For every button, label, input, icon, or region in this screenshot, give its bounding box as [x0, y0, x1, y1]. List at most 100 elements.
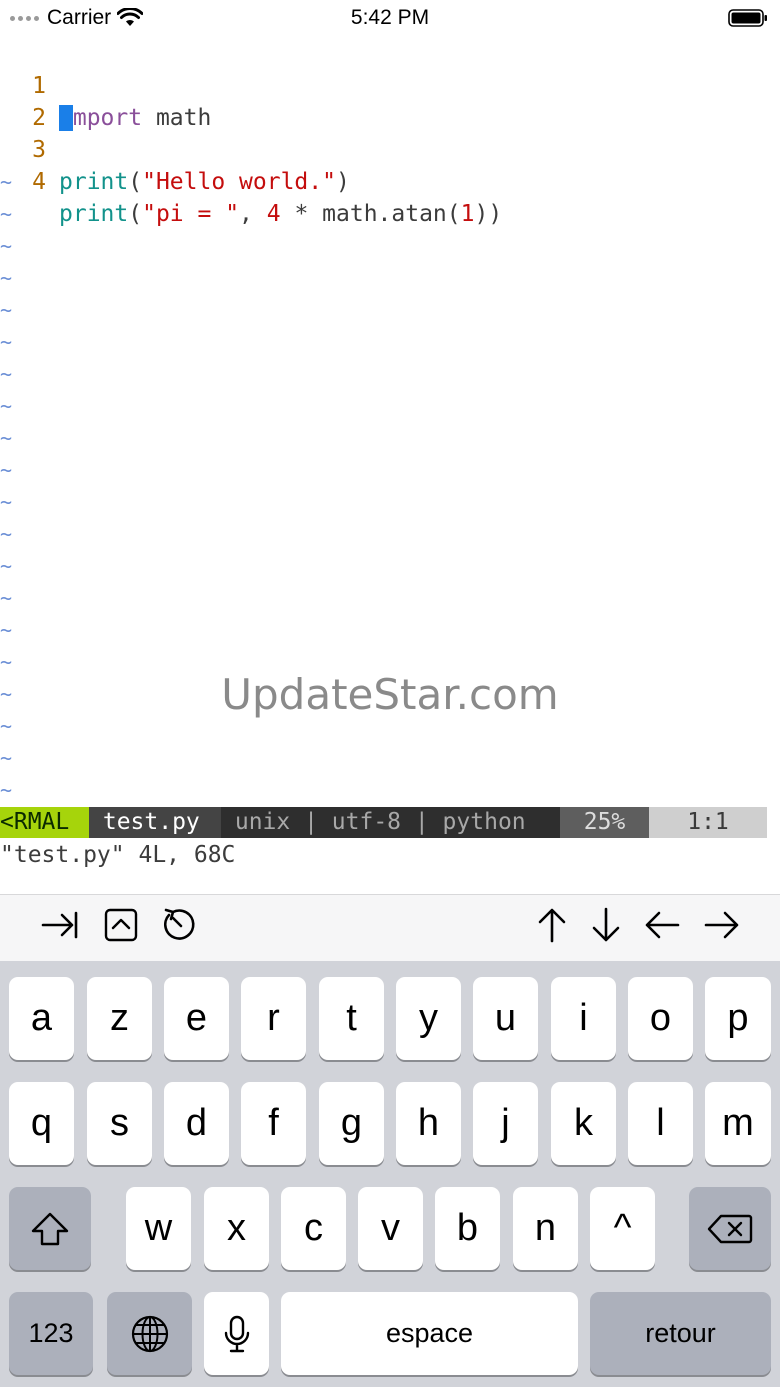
- arrow-right-icon: [704, 911, 739, 939]
- key-e[interactable]: e: [164, 977, 229, 1060]
- globe-key[interactable]: [107, 1292, 192, 1375]
- key-z[interactable]: z: [87, 977, 152, 1060]
- control-icon: [104, 908, 138, 942]
- code-token: ): [335, 169, 350, 195]
- key-u[interactable]: u: [473, 977, 538, 1060]
- escape-icon: [164, 908, 195, 940]
- globe-icon: [131, 1315, 168, 1352]
- key-b[interactable]: b: [435, 1187, 500, 1270]
- shift-icon: [31, 1212, 69, 1245]
- empty-line-tilde: ~: [0, 362, 13, 386]
- key-q[interactable]: q: [9, 1082, 74, 1165]
- code-token: * math.atan(: [280, 201, 461, 227]
- key-m[interactable]: m: [705, 1082, 771, 1165]
- empty-line-tilde: ~: [0, 586, 13, 610]
- arrow-right-button[interactable]: [700, 903, 744, 947]
- empty-line-tilde: ~: [0, 458, 13, 482]
- code-token: (: [128, 201, 143, 227]
- empty-line-tilde: ~: [0, 170, 13, 194]
- dictation-key[interactable]: [204, 1292, 269, 1375]
- tab-button[interactable]: [38, 903, 82, 947]
- code-token: "pi = ": [142, 201, 240, 227]
- key-c[interactable]: c: [281, 1187, 346, 1270]
- tab-icon: [41, 911, 78, 939]
- key-v[interactable]: v: [358, 1187, 423, 1270]
- code-token: ,: [239, 201, 267, 227]
- code-token: 4: [266, 201, 281, 227]
- empty-line-tilde: ~: [0, 618, 13, 642]
- key-i[interactable]: i: [551, 977, 616, 1060]
- key-w[interactable]: w: [126, 1187, 191, 1270]
- code-line-4[interactable]: 4 print("pi = ", 4 * math.atan(1)): [0, 134, 780, 227]
- arrow-left-button[interactable]: [640, 903, 684, 947]
- status-time: 5:42 PM: [350, 6, 430, 29]
- space-key[interactable]: espace: [281, 1292, 578, 1375]
- code-line-3[interactable]: 3 print("Hello world."): [0, 102, 780, 195]
- key-x[interactable]: x: [204, 1187, 269, 1270]
- watermark: UpdateStar.com: [221, 670, 559, 719]
- empty-line-tilde: ~: [0, 266, 13, 290]
- empty-line-tilde: ~: [0, 522, 13, 546]
- scroll-percent: 25%: [560, 807, 649, 838]
- escape-button[interactable]: [158, 903, 202, 947]
- return-key[interactable]: retour: [590, 1292, 771, 1375]
- key-h[interactable]: h: [396, 1082, 461, 1165]
- cursor-position: 1:1: [649, 807, 767, 838]
- code-line-2[interactable]: 2: [0, 70, 780, 131]
- file-encoding: unix | utf-8 | python: [221, 807, 560, 838]
- key-r[interactable]: r: [241, 977, 306, 1060]
- backspace-icon: [707, 1214, 753, 1243]
- numbers-key[interactable]: 123: [9, 1292, 93, 1375]
- backspace-key[interactable]: [689, 1187, 771, 1270]
- arrow-down-icon: [592, 907, 620, 942]
- mode-indicator: <RMAL: [0, 807, 89, 838]
- key-f[interactable]: f: [241, 1082, 306, 1165]
- battery-icon: [728, 9, 767, 27]
- code-editor[interactable]: 1 import math 2 3 print("Hello world.") …: [0, 38, 780, 227]
- key-caret[interactable]: ^: [590, 1187, 655, 1270]
- empty-line-tilde: ~: [0, 202, 13, 226]
- key-t[interactable]: t: [319, 977, 384, 1060]
- key-s[interactable]: s: [87, 1082, 152, 1165]
- code-token: print: [59, 201, 129, 227]
- empty-line-tilde: ~: [0, 746, 13, 770]
- key-g[interactable]: g: [319, 1082, 384, 1165]
- code-line-1[interactable]: 1 import math: [0, 38, 780, 131]
- empty-line-tilde: ~: [0, 298, 13, 322]
- key-a[interactable]: a: [9, 977, 74, 1060]
- key-j[interactable]: j: [473, 1082, 538, 1165]
- arrow-down-button[interactable]: [584, 903, 628, 947]
- key-d[interactable]: d: [164, 1082, 229, 1165]
- key-l[interactable]: l: [628, 1082, 693, 1165]
- vim-status-line: <RMAL test.py unix | utf-8 | python 25% …: [0, 807, 767, 838]
- key-p[interactable]: p: [705, 977, 771, 1060]
- arrow-up-button[interactable]: [530, 903, 574, 947]
- key-n[interactable]: n: [513, 1187, 578, 1270]
- arrow-left-icon: [645, 911, 680, 939]
- command-line: "test.py" 4L, 68C: [0, 842, 236, 868]
- control-button[interactable]: [99, 903, 143, 947]
- empty-line-tilde: ~: [0, 426, 13, 450]
- microphone-icon: [224, 1315, 249, 1352]
- shift-key[interactable]: [9, 1187, 91, 1270]
- key-y[interactable]: y: [396, 977, 461, 1060]
- empty-line-tilde: ~: [0, 394, 13, 418]
- code-token: print: [59, 169, 129, 195]
- arrow-up-icon: [538, 908, 566, 943]
- keyboard: a z e r t y u i o p q s d f g h j k l m …: [0, 961, 780, 1387]
- empty-line-tilde: ~: [0, 554, 13, 578]
- keyboard-toolbar: [0, 894, 780, 962]
- code-token: 1: [460, 201, 475, 227]
- empty-line-tilde: ~: [0, 234, 13, 258]
- empty-line-tilde: ~: [0, 330, 13, 354]
- code-token: (: [128, 169, 143, 195]
- key-k[interactable]: k: [551, 1082, 616, 1165]
- status-bar: Carrier 5:42 PM: [0, 0, 780, 36]
- key-o[interactable]: o: [628, 977, 693, 1060]
- empty-line-tilde: ~: [0, 778, 13, 802]
- code-token: "Hello world.": [142, 169, 336, 195]
- line-number: 4: [32, 169, 46, 195]
- code-token: )): [474, 201, 503, 227]
- file-name: test.py: [89, 807, 221, 838]
- empty-line-tilde: ~: [0, 490, 13, 514]
